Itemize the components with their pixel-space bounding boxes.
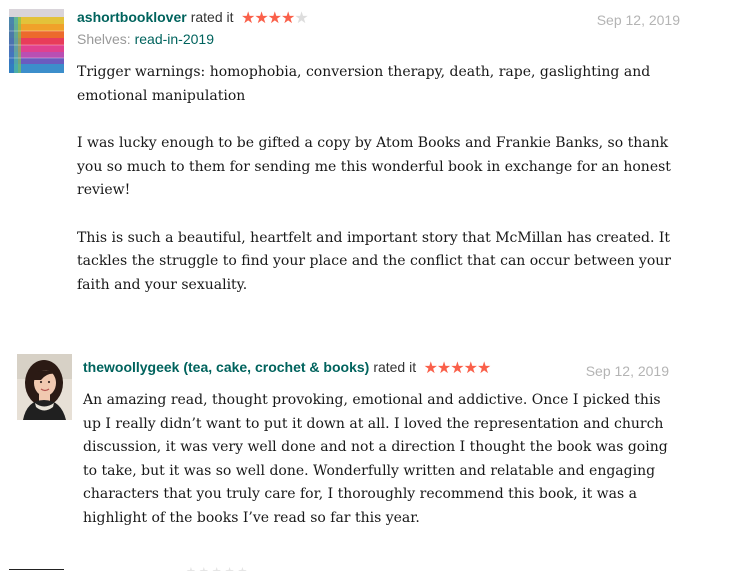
star-icon: ★ <box>423 360 438 377</box>
review-date[interactable]: Sep 12, 2019 <box>586 363 669 379</box>
star-rating-cutoff: ★★★★★ <box>186 565 271 571</box>
shelves-label: Shelves: <box>77 31 131 47</box>
divider <box>9 569 64 570</box>
review-date[interactable]: Sep 12, 2019 <box>597 12 680 28</box>
review-header: ashortbooklover rated it ★★★★★ <box>77 8 309 28</box>
rated-label: rated it <box>190 9 234 25</box>
reviewer-avatar[interactable] <box>17 354 72 420</box>
review-header: thewoollygeek (tea, cake, crochet & book… <box>83 358 492 378</box>
reviewer-name-link[interactable]: ashortbooklover <box>77 9 187 25</box>
review-paragraph: Trigger warnings: homophobia, conversion… <box>77 64 651 104</box>
star-rating: ★★★★★ <box>420 360 492 377</box>
rainbow-bookshelf-avatar-icon <box>9 9 64 73</box>
star-icon: ★ <box>476 360 491 377</box>
star-icon: ★ <box>267 10 282 27</box>
star-icon: ★ <box>463 360 478 377</box>
review-card: ashortbooklover rated it ★★★★★ Shelves: r… <box>0 0 730 330</box>
shelf-link[interactable]: read-in-2019 <box>135 31 214 47</box>
star-icon: ★ <box>436 360 451 377</box>
star-icon: ★ <box>254 10 268 27</box>
star-icon: ★ <box>281 10 295 27</box>
star-rating: ★★★★★ <box>238 10 309 27</box>
review-card: thewoollygeek (tea, cake, crochet & book… <box>0 352 730 562</box>
review-paragraph: An amazing read, thought provoking, emot… <box>83 392 668 526</box>
next-review-edge: ★★★★★ <box>0 566 730 571</box>
star-icon: ★ <box>240 10 255 27</box>
rated-label: rated it <box>373 359 417 375</box>
star-icon: ★ <box>294 10 308 27</box>
user-photo-avatar-icon <box>17 354 72 420</box>
reviewer-avatar[interactable] <box>9 9 64 73</box>
review-body: Trigger warnings: homophobia, conversion… <box>77 61 687 321</box>
shelves-line: Shelves: read-in-2019 <box>77 31 214 47</box>
review-body: An amazing read, thought provoking, emot… <box>83 389 683 554</box>
review-paragraph: I was lucky enough to be gifted a copy b… <box>77 135 671 198</box>
star-icon: ★ <box>450 360 464 377</box>
review-paragraph: This is such a beautiful, heartfelt and … <box>77 229 671 293</box>
reviewer-name-link[interactable]: thewoollygeek (tea, cake, crochet & book… <box>83 359 369 375</box>
